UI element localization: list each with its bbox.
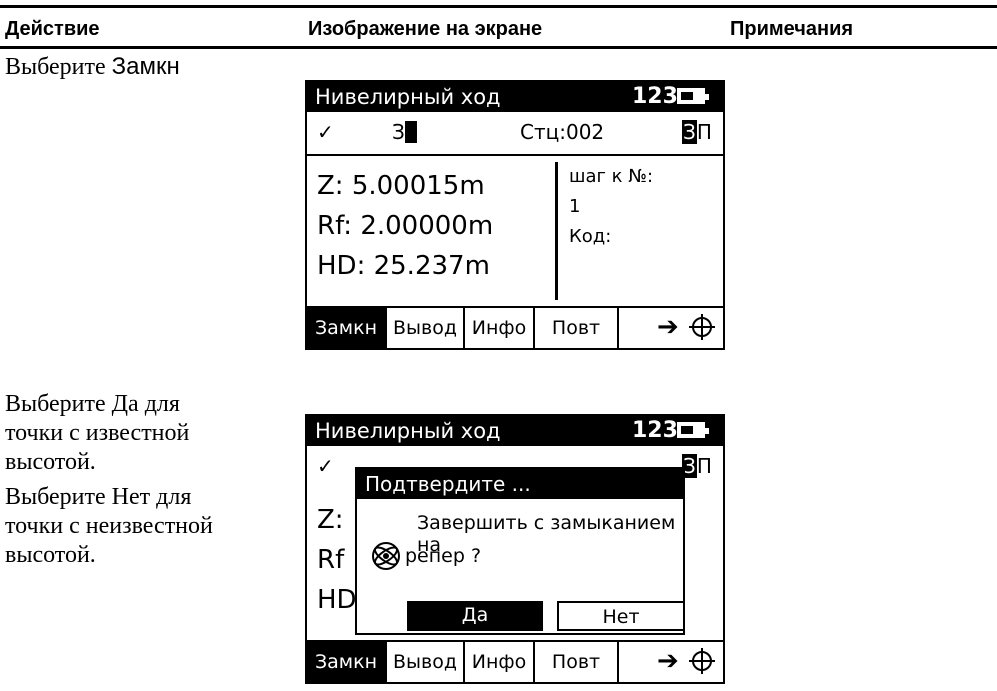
- softkey-close[interactable]: Замкн: [307, 308, 387, 348]
- softkey-repeat[interactable]: Повт: [535, 642, 619, 682]
- info-block: шаг к №: 1 Код:: [569, 162, 653, 252]
- softkey-info[interactable]: Инфо: [465, 308, 535, 348]
- battery-icon: [677, 88, 709, 104]
- screen-title-bar: Нивелирный ход 123: [307, 82, 723, 112]
- vertical-divider: [555, 162, 558, 300]
- step2-line: Выберите Нет для: [5, 484, 192, 510]
- softkey-output[interactable]: Вывод: [387, 308, 465, 348]
- zp-indicator: ЗП: [682, 454, 712, 478]
- crosshair-icon[interactable]: [689, 648, 715, 674]
- softkey-bar: Замкн Вывод Инфо Повт ➔: [307, 642, 723, 682]
- info-step: шаг к №:: [569, 166, 654, 187]
- dialog-title: Подтвердите ...: [357, 469, 683, 499]
- screen-title: Нивелирный ход: [315, 419, 501, 443]
- header-action: Действие: [5, 18, 100, 40]
- step2-line: высотой.: [5, 449, 96, 475]
- trimble-logo-icon: [372, 542, 400, 570]
- device-screen-1: Нивелирный ход 123 ✓ З Стц:002 ЗП Z: 5.0…: [305, 80, 725, 350]
- check-icon: ✓: [317, 120, 334, 144]
- table-top-rule: [0, 5, 997, 8]
- softkey-close[interactable]: Замкн: [307, 642, 387, 682]
- step1-prefix: Выберите: [5, 54, 112, 80]
- arrow-right-icon[interactable]: ➔: [657, 646, 679, 676]
- input-mode: 123: [632, 418, 678, 443]
- z-label: З: [392, 120, 417, 144]
- input-mode: 123: [632, 84, 678, 109]
- values-block: Z: 5.00015m Rf: 2.00000m HD: 25.237m: [317, 166, 493, 286]
- value-z-partial: Z:: [317, 505, 344, 535]
- dialog-message-line2: репер ?: [405, 545, 482, 567]
- screen-title-bar: Нивелирный ход 123: [307, 416, 723, 446]
- check-icon: ✓: [317, 454, 334, 478]
- screen-title: Нивелирный ход: [315, 85, 501, 109]
- step2-line: точки с неизвестной: [5, 513, 213, 539]
- header-notes: Примечания: [730, 18, 854, 40]
- arrow-right-icon[interactable]: ➔: [657, 312, 679, 342]
- status-row: ✓ З Стц:002 ЗП: [307, 112, 723, 154]
- value-z: Z: 5.00015m: [317, 171, 485, 201]
- softkey-bar: Замкн Вывод Инфо Повт ➔: [307, 308, 723, 348]
- info-step-number: 1: [569, 196, 581, 217]
- step2-instruction: Выберите Да для точки с известной высото…: [5, 390, 213, 570]
- step2-line: точки с известной: [5, 420, 190, 446]
- value-hd: HD: 25.237m: [317, 251, 490, 281]
- confirm-dialog: Подтвердите ... Завершить с замыканием н…: [355, 467, 685, 635]
- device-screen-2: Нивелирный ход 123 ✓ ЗП Z: Rf HD Замкн В…: [305, 414, 725, 684]
- softkey-output[interactable]: Вывод: [387, 642, 465, 682]
- value-hd-partial: HD: [317, 585, 357, 615]
- yes-button[interactable]: Да: [407, 601, 543, 631]
- value-rf: Rf: 2.00000m: [317, 211, 494, 241]
- cursor-block: [404, 121, 417, 143]
- softkey-repeat[interactable]: Повт: [535, 308, 619, 348]
- divider: [307, 154, 723, 156]
- step2-line: высотой.: [5, 542, 96, 568]
- step1-key: Замкн: [111, 53, 180, 80]
- info-code: Код:: [569, 226, 612, 247]
- values-block-partial: Z: Rf HD: [317, 500, 357, 620]
- value-rf-partial: Rf: [317, 545, 345, 575]
- zp-indicator: ЗП: [682, 120, 712, 144]
- header-screen: Изображение на экране: [308, 18, 543, 40]
- table-header-rule: [0, 46, 997, 49]
- crosshair-icon[interactable]: [689, 314, 715, 340]
- station-label: Стц:002: [520, 120, 605, 144]
- step2-line: Выберите Да для: [5, 391, 180, 417]
- step1-instruction: Выберите Замкн: [5, 52, 180, 82]
- no-button[interactable]: Нет: [557, 601, 685, 631]
- softkey-info[interactable]: Инфо: [465, 642, 535, 682]
- battery-icon: [677, 422, 709, 438]
